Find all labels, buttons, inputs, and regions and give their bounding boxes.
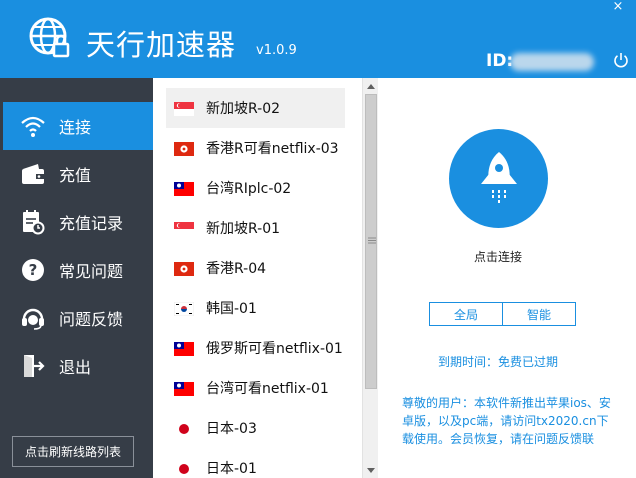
server-item[interactable]: 新加坡R-01 [166, 208, 345, 248]
sidebar-item-label: 连接 [59, 118, 92, 137]
sidebar-item-faq[interactable]: ? 常见问题 [3, 246, 153, 294]
scroll-up-arrow-icon[interactable] [363, 78, 379, 94]
singapore-flag-icon [174, 221, 194, 236]
notice-text: 尊敬的用户：本软件新推出苹果ios、安卓版，以及pc端，请访问tx2020.cn… [402, 396, 611, 446]
server-item[interactable]: 俄罗斯可看netflix-01 [166, 328, 345, 368]
sidebar-item-recharge-record[interactable]: 充值记录 [3, 198, 153, 246]
record-icon [19, 208, 47, 236]
server-list: 新加坡R-02 香港R可看netflix-03 台湾RIplc-02 新加坡R-… [153, 78, 362, 478]
mode-toggle: 全局 智能 [429, 302, 576, 326]
scroll-down-arrow-icon[interactable] [363, 462, 379, 478]
refresh-server-list-button[interactable]: 点击刷新线路列表 [12, 436, 134, 467]
japan-flag-icon [174, 461, 194, 475]
server-label: 新加坡R-01 [206, 221, 281, 237]
server-item[interactable]: 台湾RIplc-02 [166, 168, 345, 208]
server-list-scrollbar[interactable] [362, 78, 378, 478]
sidebar-item-exit[interactable]: 退出 [3, 342, 153, 390]
sidebar-item-label: 充值记录 [59, 214, 124, 233]
server-item[interactable]: 日本-01 [166, 448, 345, 478]
mode-global-button[interactable]: 全局 [430, 303, 502, 325]
japan-flag-icon [174, 421, 194, 435]
sidebar-item-label: 退出 [59, 358, 92, 377]
question-icon: ? [19, 256, 47, 284]
app-window: 天行加速器 v1.0.9 ID: × 连接 充值 充值记录 ? 常见问题 问题反… [0, 0, 636, 478]
server-item[interactable]: 台湾可看netflix-01 [166, 368, 345, 408]
sidebar-item-feedback[interactable]: 问题反馈 [3, 294, 153, 342]
connect-button[interactable] [449, 129, 548, 228]
server-label: 俄罗斯可看netflix-01 [206, 341, 343, 357]
taiwan-flag-icon [174, 181, 194, 196]
server-label: 日本-03 [206, 421, 257, 437]
server-item[interactable]: 韩国-01 [166, 288, 345, 328]
wifi-icon [19, 112, 47, 140]
mode-smart-button[interactable]: 智能 [502, 303, 575, 325]
server-item[interactable]: 香港R-04 [166, 248, 345, 288]
server-item[interactable]: 香港R可看netflix-03 [166, 128, 345, 168]
server-item[interactable]: 新加坡R-02 [166, 88, 345, 128]
scroll-thumb[interactable] [365, 94, 377, 389]
app-title: 天行加速器 [86, 28, 237, 62]
sidebar-item-label: 充值 [59, 166, 92, 185]
sidebar-item-label: 问题反馈 [59, 310, 124, 329]
server-label: 台湾可看netflix-01 [206, 381, 329, 397]
singapore-flag-icon [174, 101, 194, 116]
sidebar: 连接 充值 充值记录 ? 常见问题 问题反馈 退出 点击刷新线路列表 [0, 78, 153, 478]
close-button[interactable]: × [606, 0, 630, 14]
headset-icon [19, 304, 47, 332]
server-label: 日本-01 [206, 461, 257, 477]
hongkong-flag-icon [174, 261, 194, 276]
wallet-icon [19, 160, 47, 188]
expiry-status: 到期时间：免费已过期 [437, 355, 558, 369]
sidebar-item-connect[interactable]: 连接 [3, 102, 153, 150]
globe-lock-icon [29, 17, 70, 58]
server-label: 新加坡R-02 [206, 101, 281, 117]
scroll-grip-icon [368, 237, 376, 244]
title-bar: 天行加速器 v1.0.9 ID: × [0, 0, 636, 78]
connect-label: 点击连接 [473, 250, 522, 264]
power-icon[interactable] [613, 52, 629, 68]
rocket-icon [480, 151, 517, 204]
korea-flag-icon [173, 301, 195, 317]
server-label: 香港R-04 [206, 261, 267, 277]
sidebar-item-label: 常见问题 [59, 262, 124, 281]
sidebar-item-recharge[interactable]: 充值 [3, 150, 153, 198]
server-item[interactable]: 日本-03 [166, 408, 345, 448]
taiwan-flag-icon [174, 381, 194, 396]
user-id-redacted [510, 53, 594, 71]
connect-panel: 点击连接 全局 智能 到期时间：免费已过期 尊敬的用户：本软件新推出苹果ios、… [378, 78, 636, 478]
svg-text:?: ? [29, 261, 38, 279]
server-label: 香港R可看netflix-03 [206, 141, 339, 157]
hongkong-flag-icon [174, 141, 194, 156]
server-label: 韩国-01 [206, 301, 257, 317]
app-version: v1.0.9 [256, 43, 297, 58]
taiwan-flag-icon [174, 341, 194, 356]
exit-icon [19, 352, 47, 380]
server-label: 台湾RIplc-02 [206, 181, 292, 197]
